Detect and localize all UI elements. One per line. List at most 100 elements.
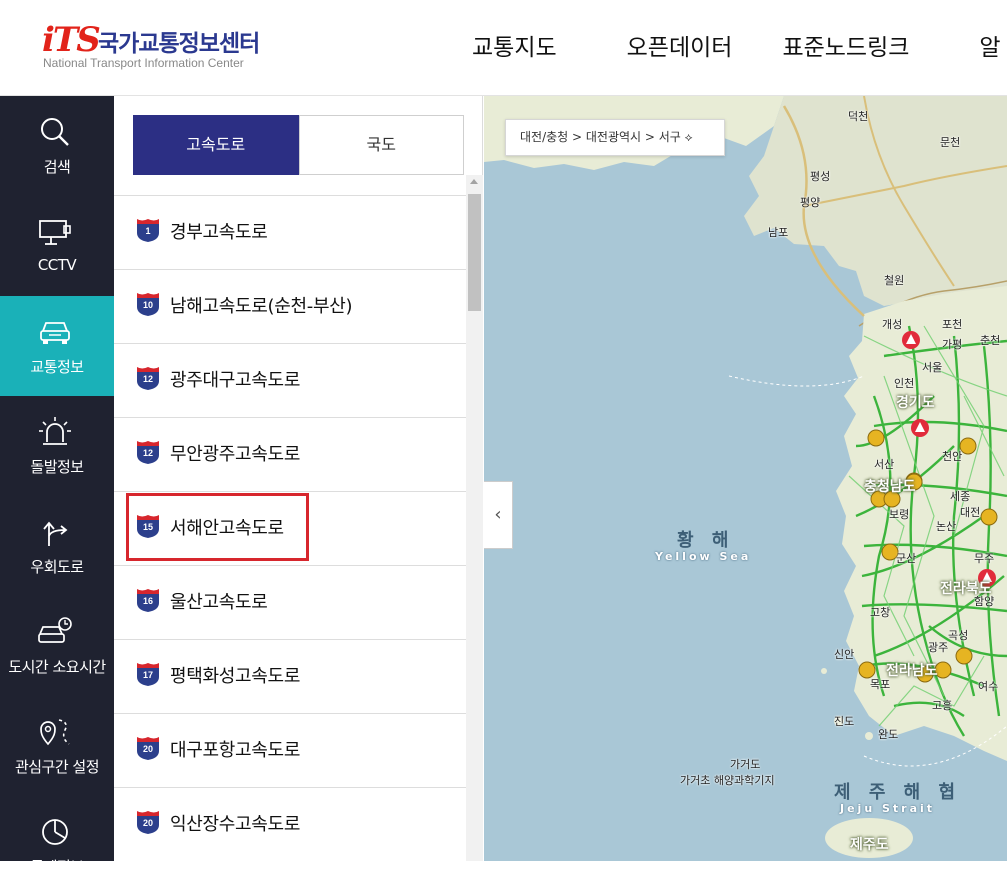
map-place-label: 평성 [810,170,831,183]
highway-number: 20 [142,744,153,754]
road-name: 무안광주고속도로 [170,444,301,465]
map-place-label: 신안 [834,648,855,661]
map-place-label: 남포 [768,226,789,239]
logo-title-en: National Transport Information Center [43,56,244,70]
road-list-item[interactable]: 20 익산장수고속도로 [114,788,466,861]
detour-icon [43,521,68,546]
map-place-label: 경기도 [896,395,935,411]
highway-shield-icon: 1 [135,217,161,243]
map-place-label: 인천 [894,377,915,390]
tab-national-road[interactable]: 국도 [298,115,464,175]
list-scrollbar[interactable] [466,175,483,861]
road-name: 울산고속도로 [170,592,268,613]
highway-number: 10 [142,300,153,310]
road-name: 서해안고속도로 [170,518,284,539]
sidebar-item-label: 교통정보 [30,358,84,376]
sidebar-item-label: 관심구간 설정 [14,758,100,776]
scroll-thumb[interactable] [468,194,481,311]
nav-open-data[interactable]: 오픈데이터 [627,28,733,61]
sea-label-jeju-strait-en: Jeju Strait [840,802,936,815]
map-place-label: 서울 [922,361,943,374]
road-name: 평택화성고속도로 [170,666,301,687]
sidebar-item-label: 돌발정보 [30,458,84,476]
sidebar-item-label: 통계정보 [30,858,84,876]
traffic-map[interactable]: 대전/충청 > 대전광역시 > 서구 ⟡ ‹ 황 해 Yellow Sea 제 … [484,96,1007,861]
map-place-label: 천안 [942,450,963,463]
map-place-label: 가거초 해양과학기지 [680,774,775,787]
map-place-label: 덕천 [848,110,869,123]
map-place-label: 서산 [874,458,895,471]
map-place-label: 무주 [974,552,995,565]
sidebar-item-search[interactable]: 검색 [0,96,114,196]
highway-number: 17 [142,670,153,680]
map-place-label: 완도 [878,728,899,741]
map-place-label: 개성 [882,318,903,331]
road-list-item[interactable]: 17 평택화성고속도로 [114,640,466,714]
highway-number: 12 [142,374,153,384]
road-list-item[interactable]: 12 광주대구고속도로 [114,344,466,418]
road-list-item[interactable]: 20 대구포항고속도로 [114,714,466,788]
road-list-panel: 고속도로 국도 1 경부고속도로 10 남해고속도로(순천-부산) 12 광주대구고속도로… [114,96,483,861]
map-place-label: 가평 [942,338,963,351]
sidebar-item-statistics[interactable]: 통계정보 [0,796,114,896]
nav-traffic-map[interactable]: 교통지도 [472,28,557,61]
map-place-label: 세종 [950,490,971,503]
map-place-label: 여수 [978,680,999,693]
road-name: 익산장수고속도로 [170,814,301,835]
sidebar-item-cctv[interactable]: CCTV [0,196,114,296]
location-route-icon [40,719,70,746]
highway-number: 20 [142,818,153,828]
map-place-label: 고흥 [932,699,953,712]
map-place-label: 평양 [800,196,821,209]
map-place-label: 군산 [896,552,917,565]
car-icon [40,322,70,344]
map-place-label: 고창 [870,606,891,619]
sidebar-item-interest-section[interactable]: 관심구간 설정 [0,696,114,796]
map-place-label: 목포 [870,678,891,691]
nav-notice[interactable]: 알 [979,28,1000,61]
sidebar-item-incident[interactable]: 돌발정보 [0,396,114,496]
highway-number: 16 [142,596,153,606]
highway-shield-icon: 16 [135,587,161,613]
road-name: 경부고속도로 [170,222,268,243]
tab-expressway[interactable]: 고속도로 [133,115,299,175]
collapse-panel-button[interactable]: ‹ [484,481,513,549]
highway-shield-icon: 20 [135,809,161,835]
highway-shield-icon: 20 [135,735,161,761]
sidebar-item-traffic[interactable]: 교통정보 [0,296,114,396]
road-list-item[interactable]: 1 경부고속도로 [114,196,466,270]
map-place-label: 철원 [884,274,905,287]
map-place-label: 대전 [960,506,981,519]
highway-shield-icon: 12 [135,365,161,391]
road-list-item[interactable]: 10 남해고속도로(순천-부산) [114,270,466,344]
road-list: 1 경부고속도로 10 남해고속도로(순천-부산) 12 광주대구고속도로 12 무안광주고속… [114,195,466,861]
highway-number: 15 [142,522,153,532]
highway-number: 12 [142,448,153,458]
map-place-label: 전라남도 [886,663,938,679]
sidebar-item-travel-time[interactable]: 도시간 소요시간 [0,596,114,696]
highway-number: 1 [145,226,151,236]
logo-mark: iTS [42,20,101,60]
map-place-label: 광주 [928,641,949,654]
road-list-item[interactable]: 12 무안광주고속도로 [114,418,466,492]
global-nav: 교통지도 오픈데이터 표준노드링크 알 [472,28,1007,61]
its-logo[interactable]: iTS 국가교통정보센터 National Transport Informat… [42,22,282,74]
alert-light-icon [39,417,71,445]
highway-shield-icon: 10 [135,291,161,317]
region-breadcrumb[interactable]: 대전/충청 > 대전광역시 > 서구 ⟡ [505,119,725,156]
map-place-label: 가거도 [730,758,761,771]
road-list-item[interactable]: 15 서해안고속도로 [114,492,466,566]
road-list-item[interactable]: 16 울산고속도로 [114,566,466,640]
map-place-label: 문천 [940,136,961,149]
sidebar: 검색 CCTV 교통정보 돌발정보 우회도로 도시간 소요시간 관심구간 설정 … [0,96,114,876]
map-place-label: 진도 [834,715,855,728]
sidebar-item-label: 도시간 소요시간 [8,658,106,676]
sea-label-yellow-sea-ko: 황 해 [677,530,735,551]
top-header: iTS 국가교통정보센터 National Transport Informat… [0,0,1007,96]
scroll-up-arrow-icon[interactable] [470,179,478,184]
nav-standard-node-link[interactable]: 표준노드링크 [782,28,909,61]
map-place-label: 함양 [974,595,995,608]
map-place-label: 포천 [942,318,963,331]
road-name: 남해고속도로(순천-부산) [170,296,353,317]
sidebar-item-detour[interactable]: 우회도로 [0,496,114,596]
